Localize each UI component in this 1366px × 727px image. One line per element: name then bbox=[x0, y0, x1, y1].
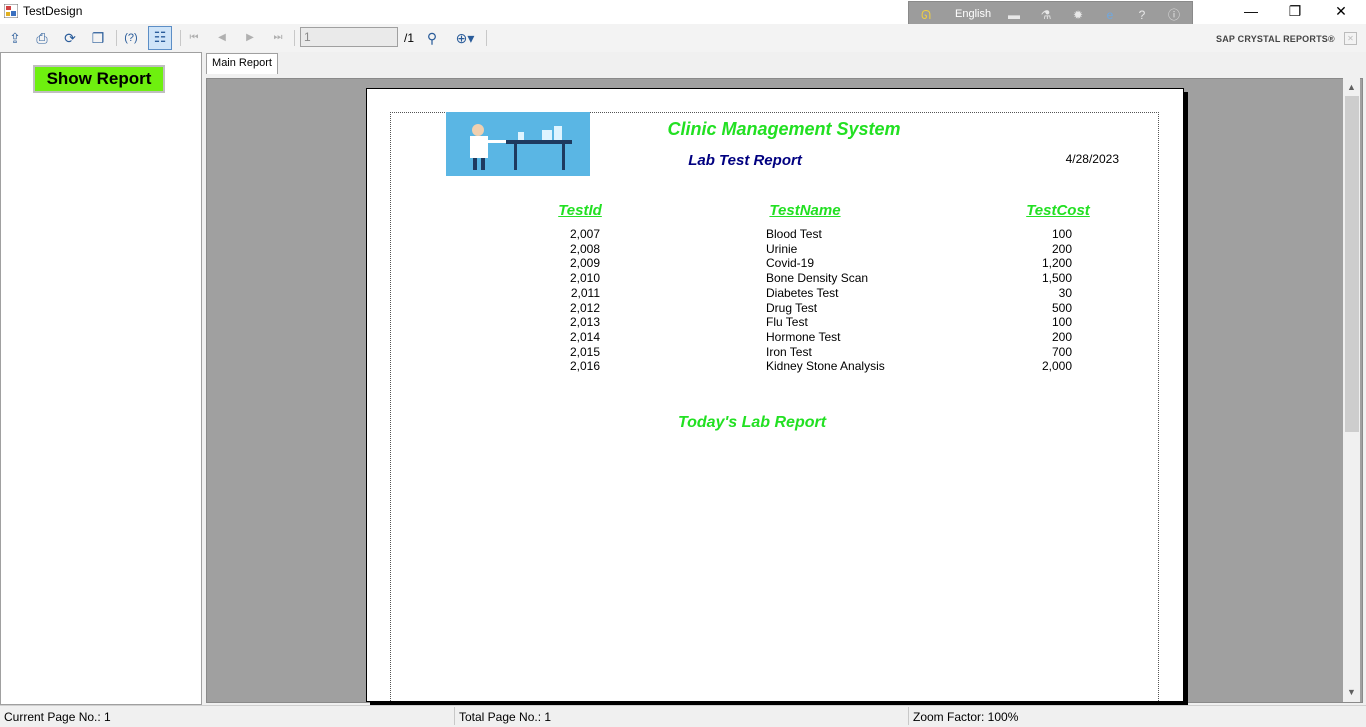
test-id-cell: 2,016 bbox=[569, 359, 600, 374]
table-row: 2,012 Drug Test 500 bbox=[0, 301, 1366, 316]
test-id-cell: 2,008 bbox=[569, 241, 600, 256]
report-page-border bbox=[390, 112, 1159, 701]
test-cost-cell: 100 bbox=[1051, 227, 1072, 241]
test-name-cell: Diabetes Test bbox=[766, 285, 839, 300]
export-icon[interactable]: ⇪ bbox=[5, 28, 25, 48]
prev-page-icon[interactable]: ◀ bbox=[212, 28, 232, 48]
first-page-icon[interactable]: ⏮ bbox=[184, 28, 204, 48]
table-row: 2,010 Bone Density Scan 1,500 bbox=[0, 271, 1366, 286]
test-cost-cell: 30 bbox=[1058, 285, 1072, 300]
test-id-cell: 2,007 bbox=[569, 227, 600, 241]
table-row: 2,011 Diabetes Test 30 bbox=[0, 286, 1366, 301]
test-cost-cell: 2,000 bbox=[1041, 359, 1072, 374]
info-icon[interactable]: ⓘ bbox=[1165, 8, 1183, 22]
test-cost-cell: 200 bbox=[1051, 329, 1072, 344]
test-cost-cell: 700 bbox=[1051, 344, 1072, 359]
report-date: 4/28/2023 bbox=[1065, 152, 1119, 166]
keyboard-icon[interactable]: ▬ bbox=[1005, 8, 1023, 22]
group-tree-icon[interactable]: ☷ bbox=[148, 26, 172, 50]
help-icon[interactable]: (?) bbox=[121, 28, 141, 48]
test-name-cell: Drug Test bbox=[766, 300, 818, 315]
test-cost-cell: 100 bbox=[1051, 315, 1072, 330]
close-icon[interactable]: ✕ bbox=[1344, 32, 1357, 45]
test-id-cell: 2,009 bbox=[569, 256, 600, 271]
table-row: 2,007 Blood Test 100 bbox=[0, 227, 1366, 242]
flask-icon[interactable]: ⚗ bbox=[1037, 8, 1055, 22]
left-panel bbox=[0, 52, 202, 705]
refresh-icon[interactable]: ⟳ bbox=[60, 28, 80, 48]
status-total-page: Total Page No.: 1 bbox=[459, 710, 552, 724]
show-report-button[interactable]: Show Report bbox=[33, 65, 165, 93]
last-page-icon[interactable]: ⏭ bbox=[268, 28, 288, 48]
status-current-page: Current Page No.: 1 bbox=[4, 710, 111, 724]
toolbar-separator bbox=[486, 30, 487, 46]
table-row: 2,015 Iron Test 700 bbox=[0, 345, 1366, 360]
toolbar-separator bbox=[116, 30, 117, 46]
toolbar-separator bbox=[180, 30, 181, 46]
table-row: 2,016 Kidney Stone Analysis 2,000 bbox=[0, 359, 1366, 374]
tab-main-report[interactable]: Main Report bbox=[206, 53, 278, 74]
next-page-icon[interactable]: ▶ bbox=[240, 28, 260, 48]
settings-icon[interactable]: ✹ bbox=[1069, 8, 1087, 22]
test-cost-cell: 1,500 bbox=[1041, 271, 1072, 286]
test-id-cell: 2,012 bbox=[569, 300, 600, 315]
test-id-cell: 2,010 bbox=[569, 271, 600, 286]
table-row: 2,008 Urinie 200 bbox=[0, 242, 1366, 257]
status-separator bbox=[908, 707, 909, 725]
scroll-down-icon[interactable]: ▼ bbox=[1343, 684, 1360, 701]
test-id-cell: 2,013 bbox=[569, 315, 600, 330]
table-row: 2,014 Hormone Test 200 bbox=[0, 330, 1366, 345]
column-header-testname: TestName bbox=[769, 202, 841, 219]
column-header-testid: TestId bbox=[558, 202, 602, 219]
browser-icon[interactable]: e bbox=[1101, 8, 1119, 22]
toolbar-separator bbox=[294, 30, 295, 46]
copy-icon[interactable]: ❐ bbox=[88, 28, 108, 48]
language-label[interactable]: English bbox=[955, 8, 991, 20]
test-name-cell: Kidney Stone Analysis bbox=[766, 359, 885, 374]
test-cost-cell: 1,200 bbox=[1041, 256, 1072, 271]
toolbar bbox=[0, 24, 1366, 52]
page-total-label: /1 bbox=[404, 31, 415, 45]
window-title: TestDesign bbox=[23, 4, 83, 18]
test-name-cell: Blood Test bbox=[766, 227, 822, 241]
test-name-cell: Iron Test bbox=[766, 344, 812, 359]
zoom-icon[interactable]: ⊕▾ bbox=[450, 28, 480, 48]
print-icon[interactable]: ⎙ bbox=[32, 28, 52, 48]
restore-button[interactable]: ❐ bbox=[1272, 0, 1318, 24]
column-header-testcost: TestCost bbox=[1026, 202, 1090, 219]
table-row: 2,009 Covid-19 1,200 bbox=[0, 256, 1366, 271]
ime-icon[interactable]: ᘏ bbox=[917, 8, 935, 22]
test-id-cell: 2,014 bbox=[569, 329, 600, 344]
lab-logo-image bbox=[446, 112, 590, 176]
title-bar: TestDesign ᘏ English ▬ ⚗ ✹ e ? ⓘ — ❐ ✕ bbox=[0, 0, 1366, 31]
test-name-cell: Flu Test bbox=[766, 315, 808, 330]
app-icon bbox=[4, 4, 18, 18]
test-cost-cell: 200 bbox=[1051, 241, 1072, 256]
minimize-button[interactable]: — bbox=[1228, 0, 1274, 24]
report-subtitle: Lab Test Report bbox=[688, 152, 802, 169]
table-row: 2,013 Flu Test 100 bbox=[0, 315, 1366, 330]
status-zoom: Zoom Factor: 100% bbox=[913, 710, 1019, 724]
report-footer: Today's Lab Report bbox=[677, 414, 827, 431]
scroll-up-icon[interactable]: ▲ bbox=[1343, 79, 1360, 96]
test-name-cell: Bone Density Scan bbox=[766, 271, 869, 286]
find-icon[interactable]: ⚲ bbox=[422, 28, 442, 48]
close-button[interactable]: ✕ bbox=[1318, 0, 1364, 24]
test-id-cell: 2,011 bbox=[570, 285, 600, 300]
status-bar bbox=[0, 705, 1366, 727]
test-cost-cell: 500 bbox=[1051, 300, 1072, 315]
report-title: Clinic Management System bbox=[667, 119, 901, 139]
status-separator bbox=[454, 707, 455, 725]
page-number-input[interactable]: 1 bbox=[300, 27, 398, 47]
test-id-cell: 2,015 bbox=[569, 344, 600, 359]
crystal-reports-brand: SAP CRYSTAL REPORTS® bbox=[1216, 34, 1335, 44]
test-name-cell: Urinie bbox=[766, 241, 798, 256]
test-name-cell: Covid-19 bbox=[766, 256, 815, 271]
test-name-cell: Hormone Test bbox=[766, 329, 841, 344]
help-circle-icon[interactable]: ? bbox=[1133, 8, 1151, 22]
